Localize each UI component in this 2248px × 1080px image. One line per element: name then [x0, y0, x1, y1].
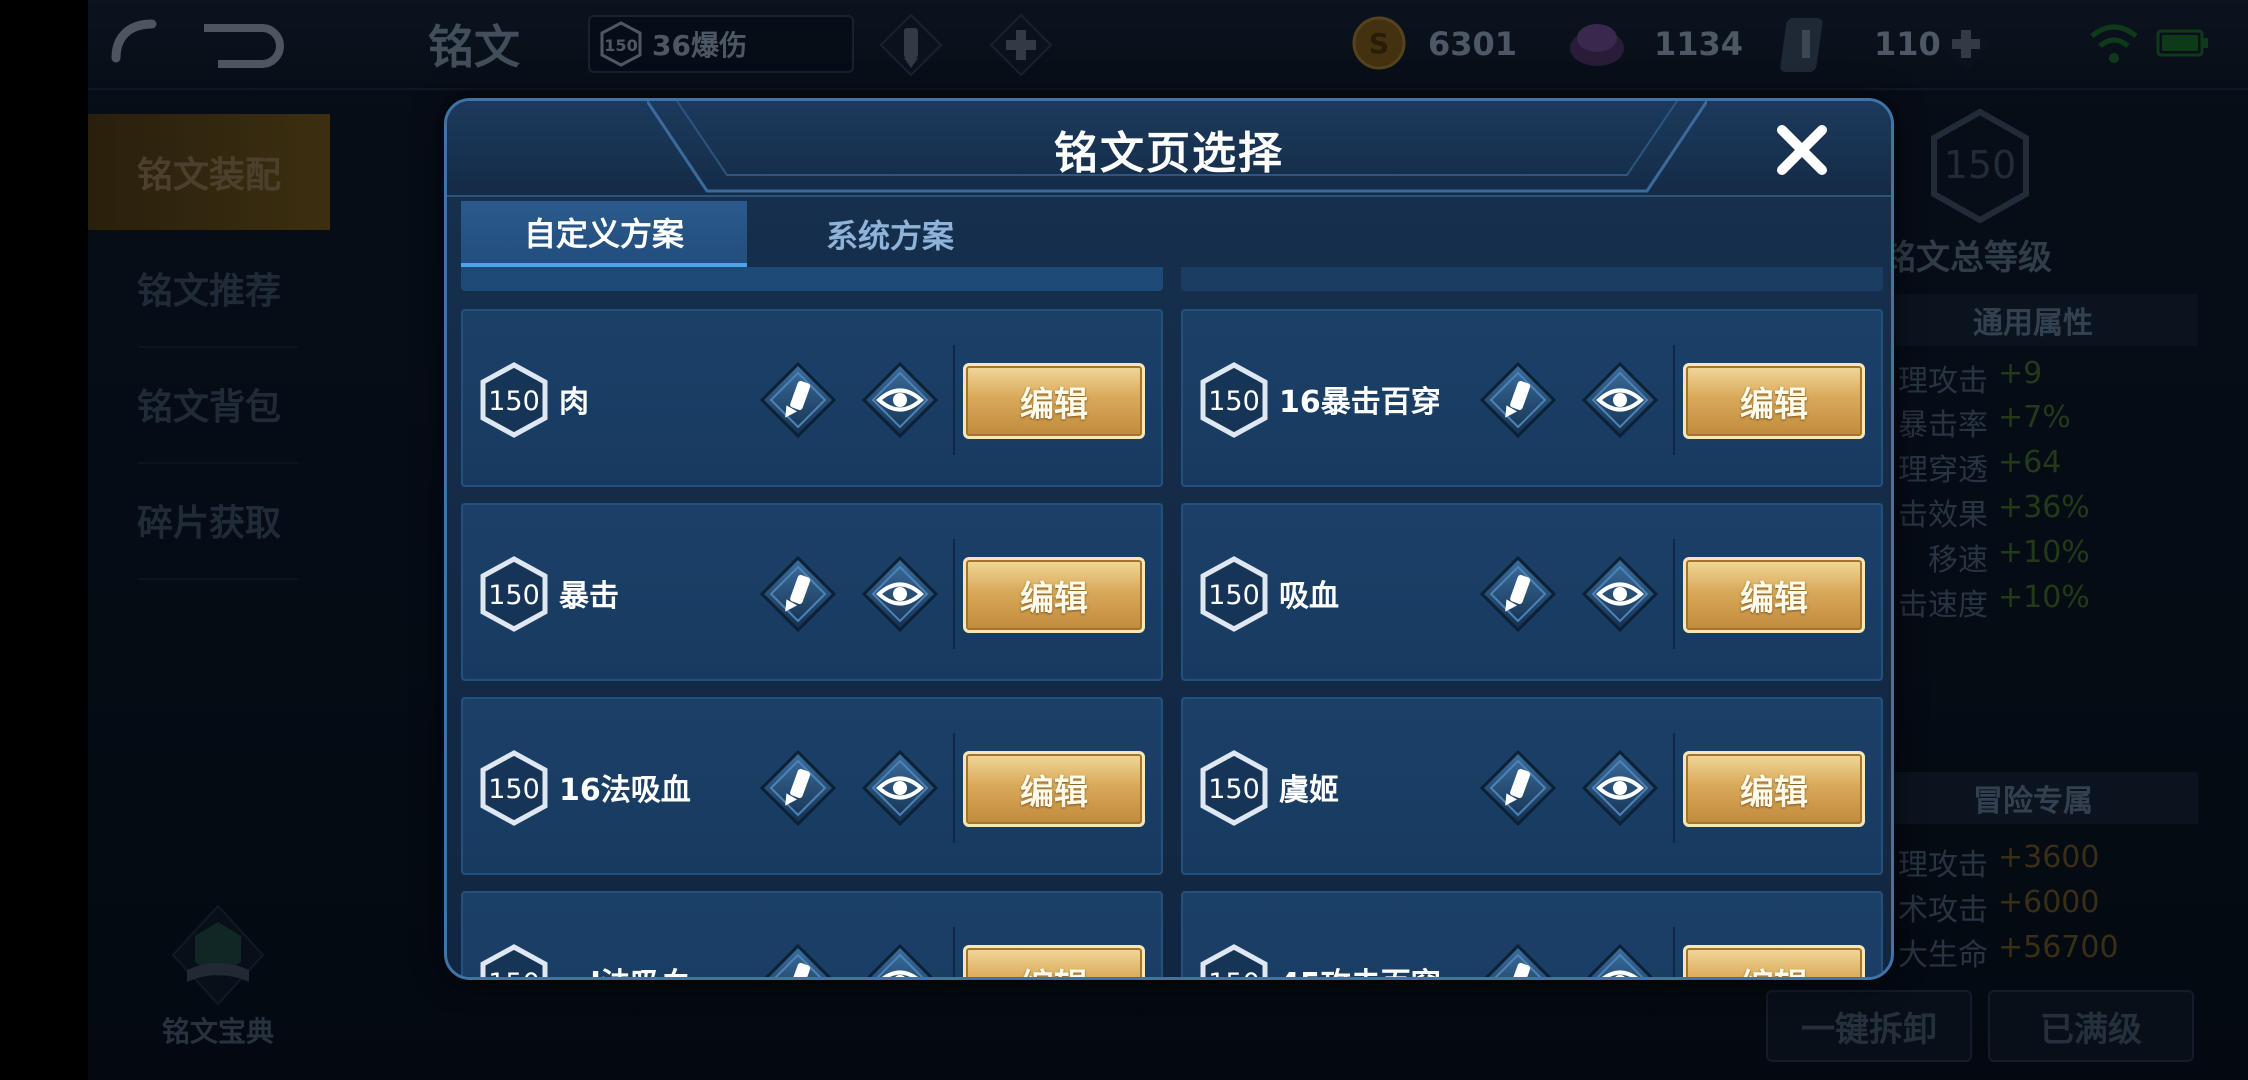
rune-page-name: ad法吸血 — [559, 959, 691, 977]
dialog-title: 铭文页选择 — [1054, 128, 1284, 179]
rune-page-name: 16暴击百穿 — [1279, 385, 1441, 420]
svg-text:150: 150 — [488, 968, 540, 980]
edit-button[interactable]: 编辑 — [963, 751, 1145, 827]
scheme-tabs: 自定义方案 系统方案 — [461, 201, 1881, 267]
level-hex-icon: 150 — [1200, 750, 1268, 826]
preview-eye-icon[interactable] — [1581, 943, 1659, 980]
svg-text:150: 150 — [488, 580, 540, 611]
rune-page-name: 暴击 — [559, 579, 619, 614]
preview-eye-icon[interactable] — [1581, 749, 1659, 827]
edit-button[interactable]: 编辑 — [1683, 945, 1865, 977]
preview-eye-icon[interactable] — [861, 361, 939, 439]
close-icon — [1777, 125, 1827, 175]
card-divider — [953, 927, 955, 977]
card-divider — [1673, 539, 1675, 649]
card-divider — [953, 539, 955, 649]
level-hex-icon: 150 — [480, 556, 548, 632]
close-button[interactable] — [1767, 115, 1837, 185]
list-item-partial — [461, 267, 1163, 291]
rune-page-name: 45攻击百穿 — [1279, 959, 1441, 977]
svg-text:150: 150 — [1208, 968, 1260, 980]
rune-page-card[interactable]: 150 吸血 编辑 — [1181, 503, 1883, 681]
tab-custom-scheme[interactable]: 自定义方案 — [461, 201, 747, 267]
card-divider — [1673, 733, 1675, 843]
preview-eye-icon[interactable] — [861, 749, 939, 827]
list-item-partial — [1181, 267, 1883, 291]
level-hex-icon: 150 — [480, 750, 548, 826]
rune-page-name: 肉 — [559, 385, 589, 420]
rune-page-card[interactable]: 150 16法吸血 编辑 — [461, 697, 1163, 875]
rune-page-card[interactable]: 150 16暴击百穿 编辑 — [1181, 309, 1883, 487]
svg-text:150: 150 — [1208, 774, 1260, 805]
preview-eye-icon[interactable] — [861, 943, 939, 980]
rune-page-name: 吸血 — [1279, 579, 1339, 614]
svg-text:150: 150 — [488, 774, 540, 805]
rune-page-list[interactable]: 150 肉 编辑 150 16暴击百穿 编辑 150 暴击 编辑 150 吸血 … — [461, 267, 1883, 980]
card-divider — [1673, 345, 1675, 455]
level-hex-icon: 150 — [1200, 556, 1268, 632]
rename-pen-icon[interactable] — [1479, 555, 1557, 633]
rename-pen-icon[interactable] — [1479, 361, 1557, 439]
rename-pen-icon[interactable] — [759, 361, 837, 439]
rename-pen-icon[interactable] — [759, 749, 837, 827]
level-hex-icon: 150 — [480, 944, 548, 980]
edit-button[interactable]: 编辑 — [963, 557, 1145, 633]
rune-page-card[interactable]: 150 虞姬 编辑 — [1181, 697, 1883, 875]
rune-page-name: 虞姬 — [1279, 773, 1339, 808]
rune-page-name: 16法吸血 — [559, 773, 691, 808]
rune-page-card[interactable]: 150 肉 编辑 — [461, 309, 1163, 487]
edit-button[interactable]: 编辑 — [1683, 363, 1865, 439]
card-divider — [953, 345, 955, 455]
level-hex-icon: 150 — [1200, 944, 1268, 980]
edit-button[interactable]: 编辑 — [963, 945, 1145, 977]
rune-page-card[interactable]: 150 暴击 编辑 — [461, 503, 1163, 681]
level-hex-icon: 150 — [480, 362, 548, 438]
rename-pen-icon[interactable] — [1479, 943, 1557, 980]
rename-pen-icon[interactable] — [759, 555, 837, 633]
card-divider — [1673, 927, 1675, 977]
svg-text:150: 150 — [488, 386, 540, 417]
edit-button[interactable]: 编辑 — [1683, 751, 1865, 827]
tab-system-scheme[interactable]: 系统方案 — [747, 201, 1033, 267]
rune-page-select-dialog: 铭文页选择 自定义方案 系统方案 150 肉 编辑 150 16暴击百穿 编辑 … — [444, 98, 1894, 980]
card-divider — [953, 733, 955, 843]
preview-eye-icon[interactable] — [861, 555, 939, 633]
edit-button[interactable]: 编辑 — [963, 363, 1145, 439]
svg-text:150: 150 — [1208, 580, 1260, 611]
preview-eye-icon[interactable] — [1581, 555, 1659, 633]
svg-text:150: 150 — [1208, 386, 1260, 417]
preview-eye-icon[interactable] — [1581, 361, 1659, 439]
rune-page-card[interactable]: 150 45攻击百穿 编辑 — [1181, 891, 1883, 980]
level-hex-icon: 150 — [1200, 362, 1268, 438]
dialog-header: 铭文页选择 — [447, 101, 1891, 197]
rename-pen-icon[interactable] — [1479, 749, 1557, 827]
rune-page-card[interactable]: 150 ad法吸血 编辑 — [461, 891, 1163, 980]
edit-button[interactable]: 编辑 — [1683, 557, 1865, 633]
rename-pen-icon[interactable] — [759, 943, 837, 980]
